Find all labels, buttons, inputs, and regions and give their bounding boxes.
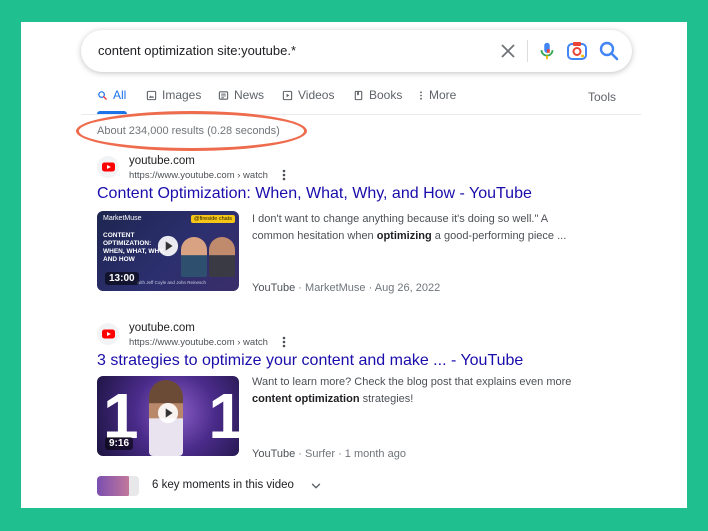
search-result: youtube.com https://www.youtube.com › wa…: [97, 322, 617, 463]
video-channel: Surfer: [305, 448, 335, 460]
thumbnail-byline: with Jeff Coyle and John Reinesch: [137, 280, 206, 285]
snippet-keyword: content optimization: [252, 393, 360, 405]
image-icon: [146, 90, 157, 100]
youtube-favicon-icon: [97, 323, 119, 345]
tab-label: Videos: [298, 88, 335, 102]
key-moment-thumbnail: [97, 476, 131, 496]
presenter-image: [181, 237, 207, 277]
result-title-link[interactable]: Content Optimization: When, What, Why, a…: [97, 185, 532, 203]
tab-label: News: [234, 88, 265, 102]
video-duration: 9:16: [105, 437, 134, 450]
thumbnail-badge: @fireside chats: [191, 215, 235, 223]
tab-label: All: [113, 88, 127, 102]
tools-button[interactable]: Tools: [588, 90, 616, 104]
more-options-icon[interactable]: [279, 168, 289, 182]
news-icon: [218, 90, 229, 100]
video-date: 1 month ago: [344, 448, 406, 460]
result-snippet: I don't want to change anything because …: [252, 211, 592, 245]
chevron-down-icon[interactable]: [309, 479, 323, 493]
site-url[interactable]: https://www.youtube.com › watch: [129, 170, 268, 181]
highlight-annotation: [76, 111, 307, 151]
more-options-icon[interactable]: [279, 335, 289, 349]
search-results-page: content optimization site:youtube.* All …: [21, 22, 687, 508]
play-icon[interactable]: [157, 235, 179, 257]
key-moments-toggle[interactable]: 6 key moments in this video: [97, 476, 347, 496]
site-name: youtube.com: [129, 155, 195, 167]
site-url[interactable]: https://www.youtube.com › watch: [129, 337, 268, 348]
video-meta: YouTube · MarketMuse · Aug 26, 2022: [252, 282, 440, 294]
tab-label: Books: [369, 88, 403, 102]
microphone-icon[interactable]: [536, 39, 558, 63]
search-result: youtube.com https://www.youtube.com › wa…: [97, 155, 617, 296]
presenter-image: [209, 237, 235, 277]
result-snippet: Want to learn more? Check the blog post …: [252, 374, 592, 408]
video-channel: MarketMuse: [305, 282, 366, 294]
key-moment-thumbnail: [129, 476, 139, 496]
book-icon: [354, 90, 363, 100]
search-icon: [98, 90, 107, 100]
video-meta: YouTube · Surfer · 1 month ago: [252, 448, 406, 460]
tab-label: Images: [162, 88, 202, 102]
more-dots-icon: [420, 90, 422, 100]
video-date: Aug 26, 2022: [374, 282, 441, 294]
search-divider: [527, 40, 528, 62]
search-bar[interactable]: content optimization site:youtube.*: [81, 30, 632, 72]
play-icon[interactable]: [157, 402, 179, 424]
video-source: YouTube: [252, 282, 296, 294]
snippet-keyword: optimizing: [376, 230, 432, 242]
clear-icon[interactable]: [497, 40, 519, 62]
snippet-text: strategies!: [359, 393, 414, 405]
site-name: youtube.com: [129, 322, 195, 334]
tab-all[interactable]: All: [97, 88, 127, 114]
result-title-link[interactable]: 3 strategies to optimize your content an…: [97, 352, 523, 370]
video-icon: [282, 90, 293, 100]
tab-more[interactable]: More: [418, 88, 456, 102]
meta-separator: ·: [338, 448, 345, 460]
video-source: YouTube: [252, 448, 296, 460]
tab-books[interactable]: Books: [353, 88, 402, 102]
tab-videos[interactable]: Videos: [282, 88, 334, 102]
search-icon[interactable]: [597, 39, 621, 63]
video-thumbnail[interactable]: 1 1 9:16: [97, 376, 239, 456]
thumbnail-brand: MarketMuse: [103, 215, 142, 222]
video-thumbnail[interactable]: MarketMuse @fireside chats CONTENT OPTIM…: [97, 211, 239, 291]
google-lens-icon[interactable]: [565, 39, 589, 63]
video-duration: 13:00: [105, 272, 139, 285]
tab-news[interactable]: News: [218, 88, 264, 102]
tab-images[interactable]: Images: [146, 88, 201, 102]
key-moments-label: 6 key moments in this video: [152, 479, 294, 491]
tab-label: More: [429, 88, 457, 102]
search-input[interactable]: content optimization site:youtube.*: [98, 43, 296, 58]
youtube-favicon-icon: [97, 156, 119, 178]
snippet-text: Want to learn more? Check the blog post …: [252, 376, 572, 388]
snippet-text: a good-performing piece ...: [431, 230, 567, 242]
